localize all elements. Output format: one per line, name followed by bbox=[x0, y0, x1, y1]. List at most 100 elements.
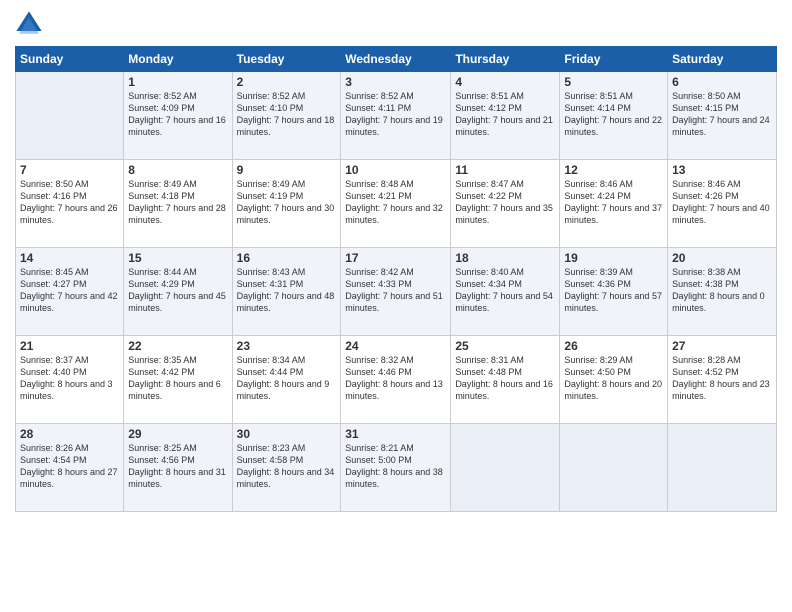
day-number: 23 bbox=[237, 339, 337, 353]
calendar-cell: 9Sunrise: 8:49 AM Sunset: 4:19 PM Daylig… bbox=[232, 160, 341, 248]
day-number: 16 bbox=[237, 251, 337, 265]
calendar-week-row: 1Sunrise: 8:52 AM Sunset: 4:09 PM Daylig… bbox=[16, 72, 777, 160]
day-number: 10 bbox=[345, 163, 446, 177]
calendar-header-thursday: Thursday bbox=[451, 47, 560, 72]
logo bbox=[15, 10, 47, 38]
calendar-cell bbox=[668, 424, 777, 512]
calendar-cell: 26Sunrise: 8:29 AM Sunset: 4:50 PM Dayli… bbox=[560, 336, 668, 424]
day-info: Sunrise: 8:35 AM Sunset: 4:42 PM Dayligh… bbox=[128, 354, 227, 403]
calendar-cell: 4Sunrise: 8:51 AM Sunset: 4:12 PM Daylig… bbox=[451, 72, 560, 160]
calendar-week-row: 7Sunrise: 8:50 AM Sunset: 4:16 PM Daylig… bbox=[16, 160, 777, 248]
calendar-cell: 29Sunrise: 8:25 AM Sunset: 4:56 PM Dayli… bbox=[124, 424, 232, 512]
calendar-cell: 12Sunrise: 8:46 AM Sunset: 4:24 PM Dayli… bbox=[560, 160, 668, 248]
day-info: Sunrise: 8:26 AM Sunset: 4:54 PM Dayligh… bbox=[20, 442, 119, 491]
day-info: Sunrise: 8:49 AM Sunset: 4:18 PM Dayligh… bbox=[128, 178, 227, 227]
day-info: Sunrise: 8:46 AM Sunset: 4:24 PM Dayligh… bbox=[564, 178, 663, 227]
day-info: Sunrise: 8:51 AM Sunset: 4:12 PM Dayligh… bbox=[455, 90, 555, 139]
day-info: Sunrise: 8:29 AM Sunset: 4:50 PM Dayligh… bbox=[564, 354, 663, 403]
day-number: 24 bbox=[345, 339, 446, 353]
calendar-cell: 8Sunrise: 8:49 AM Sunset: 4:18 PM Daylig… bbox=[124, 160, 232, 248]
day-number: 12 bbox=[564, 163, 663, 177]
day-info: Sunrise: 8:37 AM Sunset: 4:40 PM Dayligh… bbox=[20, 354, 119, 403]
day-number: 7 bbox=[20, 163, 119, 177]
calendar-header-monday: Monday bbox=[124, 47, 232, 72]
calendar-header-row: SundayMondayTuesdayWednesdayThursdayFrid… bbox=[16, 47, 777, 72]
calendar-cell: 15Sunrise: 8:44 AM Sunset: 4:29 PM Dayli… bbox=[124, 248, 232, 336]
calendar-cell bbox=[560, 424, 668, 512]
day-info: Sunrise: 8:42 AM Sunset: 4:33 PM Dayligh… bbox=[345, 266, 446, 315]
day-number: 14 bbox=[20, 251, 119, 265]
day-number: 22 bbox=[128, 339, 227, 353]
day-number: 4 bbox=[455, 75, 555, 89]
calendar-cell bbox=[451, 424, 560, 512]
calendar-cell: 13Sunrise: 8:46 AM Sunset: 4:26 PM Dayli… bbox=[668, 160, 777, 248]
day-info: Sunrise: 8:50 AM Sunset: 4:16 PM Dayligh… bbox=[20, 178, 119, 227]
day-info: Sunrise: 8:32 AM Sunset: 4:46 PM Dayligh… bbox=[345, 354, 446, 403]
day-info: Sunrise: 8:48 AM Sunset: 4:21 PM Dayligh… bbox=[345, 178, 446, 227]
calendar-cell bbox=[16, 72, 124, 160]
calendar-cell: 16Sunrise: 8:43 AM Sunset: 4:31 PM Dayli… bbox=[232, 248, 341, 336]
calendar-cell: 25Sunrise: 8:31 AM Sunset: 4:48 PM Dayli… bbox=[451, 336, 560, 424]
day-info: Sunrise: 8:25 AM Sunset: 4:56 PM Dayligh… bbox=[128, 442, 227, 491]
calendar-cell: 27Sunrise: 8:28 AM Sunset: 4:52 PM Dayli… bbox=[668, 336, 777, 424]
day-info: Sunrise: 8:21 AM Sunset: 5:00 PM Dayligh… bbox=[345, 442, 446, 491]
day-info: Sunrise: 8:40 AM Sunset: 4:34 PM Dayligh… bbox=[455, 266, 555, 315]
day-number: 9 bbox=[237, 163, 337, 177]
day-number: 28 bbox=[20, 427, 119, 441]
day-number: 8 bbox=[128, 163, 227, 177]
calendar-cell: 31Sunrise: 8:21 AM Sunset: 5:00 PM Dayli… bbox=[341, 424, 451, 512]
day-number: 2 bbox=[237, 75, 337, 89]
calendar-cell: 23Sunrise: 8:34 AM Sunset: 4:44 PM Dayli… bbox=[232, 336, 341, 424]
day-number: 11 bbox=[455, 163, 555, 177]
day-info: Sunrise: 8:31 AM Sunset: 4:48 PM Dayligh… bbox=[455, 354, 555, 403]
calendar-cell: 19Sunrise: 8:39 AM Sunset: 4:36 PM Dayli… bbox=[560, 248, 668, 336]
calendar-week-row: 14Sunrise: 8:45 AM Sunset: 4:27 PM Dayli… bbox=[16, 248, 777, 336]
calendar-cell: 6Sunrise: 8:50 AM Sunset: 4:15 PM Daylig… bbox=[668, 72, 777, 160]
calendar-cell: 20Sunrise: 8:38 AM Sunset: 4:38 PM Dayli… bbox=[668, 248, 777, 336]
logo-icon bbox=[15, 10, 43, 38]
day-info: Sunrise: 8:28 AM Sunset: 4:52 PM Dayligh… bbox=[672, 354, 772, 403]
day-number: 21 bbox=[20, 339, 119, 353]
calendar-cell: 1Sunrise: 8:52 AM Sunset: 4:09 PM Daylig… bbox=[124, 72, 232, 160]
day-info: Sunrise: 8:45 AM Sunset: 4:27 PM Dayligh… bbox=[20, 266, 119, 315]
day-number: 1 bbox=[128, 75, 227, 89]
calendar-cell: 2Sunrise: 8:52 AM Sunset: 4:10 PM Daylig… bbox=[232, 72, 341, 160]
day-number: 31 bbox=[345, 427, 446, 441]
calendar-week-row: 21Sunrise: 8:37 AM Sunset: 4:40 PM Dayli… bbox=[16, 336, 777, 424]
page-container: SundayMondayTuesdayWednesdayThursdayFrid… bbox=[0, 0, 792, 612]
day-info: Sunrise: 8:52 AM Sunset: 4:11 PM Dayligh… bbox=[345, 90, 446, 139]
calendar-cell: 17Sunrise: 8:42 AM Sunset: 4:33 PM Dayli… bbox=[341, 248, 451, 336]
day-number: 19 bbox=[564, 251, 663, 265]
day-number: 15 bbox=[128, 251, 227, 265]
calendar-cell: 28Sunrise: 8:26 AM Sunset: 4:54 PM Dayli… bbox=[16, 424, 124, 512]
day-number: 30 bbox=[237, 427, 337, 441]
calendar-cell: 7Sunrise: 8:50 AM Sunset: 4:16 PM Daylig… bbox=[16, 160, 124, 248]
day-number: 5 bbox=[564, 75, 663, 89]
calendar-header-sunday: Sunday bbox=[16, 47, 124, 72]
day-number: 27 bbox=[672, 339, 772, 353]
day-number: 25 bbox=[455, 339, 555, 353]
header bbox=[15, 10, 777, 38]
calendar-cell: 11Sunrise: 8:47 AM Sunset: 4:22 PM Dayli… bbox=[451, 160, 560, 248]
calendar-cell: 5Sunrise: 8:51 AM Sunset: 4:14 PM Daylig… bbox=[560, 72, 668, 160]
calendar-cell: 30Sunrise: 8:23 AM Sunset: 4:58 PM Dayli… bbox=[232, 424, 341, 512]
day-number: 20 bbox=[672, 251, 772, 265]
day-info: Sunrise: 8:43 AM Sunset: 4:31 PM Dayligh… bbox=[237, 266, 337, 315]
day-info: Sunrise: 8:47 AM Sunset: 4:22 PM Dayligh… bbox=[455, 178, 555, 227]
calendar-cell: 10Sunrise: 8:48 AM Sunset: 4:21 PM Dayli… bbox=[341, 160, 451, 248]
day-info: Sunrise: 8:23 AM Sunset: 4:58 PM Dayligh… bbox=[237, 442, 337, 491]
day-number: 29 bbox=[128, 427, 227, 441]
day-info: Sunrise: 8:50 AM Sunset: 4:15 PM Dayligh… bbox=[672, 90, 772, 139]
day-number: 18 bbox=[455, 251, 555, 265]
calendar-cell: 18Sunrise: 8:40 AM Sunset: 4:34 PM Dayli… bbox=[451, 248, 560, 336]
day-number: 26 bbox=[564, 339, 663, 353]
day-number: 17 bbox=[345, 251, 446, 265]
day-number: 3 bbox=[345, 75, 446, 89]
calendar-header-tuesday: Tuesday bbox=[232, 47, 341, 72]
calendar-cell: 21Sunrise: 8:37 AM Sunset: 4:40 PM Dayli… bbox=[16, 336, 124, 424]
day-info: Sunrise: 8:49 AM Sunset: 4:19 PM Dayligh… bbox=[237, 178, 337, 227]
day-info: Sunrise: 8:34 AM Sunset: 4:44 PM Dayligh… bbox=[237, 354, 337, 403]
day-info: Sunrise: 8:51 AM Sunset: 4:14 PM Dayligh… bbox=[564, 90, 663, 139]
calendar-header-saturday: Saturday bbox=[668, 47, 777, 72]
calendar-cell: 3Sunrise: 8:52 AM Sunset: 4:11 PM Daylig… bbox=[341, 72, 451, 160]
